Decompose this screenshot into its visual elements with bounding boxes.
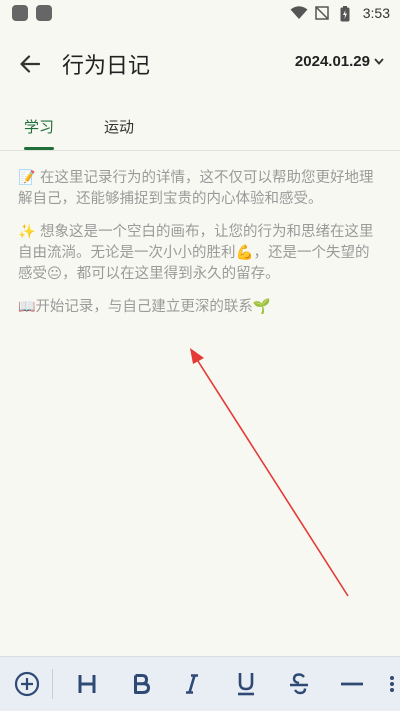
bold-button[interactable]: [128, 667, 154, 701]
signal-off-icon: [315, 6, 329, 20]
notification-icon: [36, 5, 52, 21]
diary-editor[interactable]: 📝 在这里记录行为的详情，这不仅可以帮助您更好地理解自己，还能够捕捉到宝贵的内心…: [18, 168, 380, 330]
placeholder-paragraph: ✨ 想象这是一个空白的画布，让您的行为和思绪在这里自由流淌。无论是一次小小的胜利…: [18, 222, 380, 285]
open-book-icon: 📖: [18, 299, 36, 315]
date-label: 2024.01.29: [294, 53, 370, 70]
chevron-down-icon: [374, 58, 384, 65]
heading-button[interactable]: [74, 667, 100, 701]
notification-icon: [12, 5, 28, 21]
italic-button[interactable]: [181, 667, 203, 701]
add-circle-icon: [14, 671, 40, 697]
toolbar-divider: [52, 669, 53, 699]
sparkles-icon: ✨: [18, 224, 36, 240]
placeholder-text: 想象这是一个空白的画布，让您的行为和思绪在这里自由流淌。无论是一次小小的胜利💪，…: [18, 224, 374, 282]
placeholder-paragraph: 📝 在这里记录行为的详情，这不仅可以帮助您更好地理解自己，还能够捕捉到宝贵的内心…: [18, 168, 380, 210]
placeholder-text: 在这里记录行为的详情，这不仅可以帮助您更好地理解自己，还能够捕捉到宝贵的内心体验…: [18, 170, 374, 207]
italic-icon: [186, 674, 198, 694]
tab-exercise[interactable]: 运动: [104, 116, 134, 137]
bold-icon: [133, 674, 150, 694]
battery-icon: [340, 6, 350, 22]
status-bar: 3:53: [0, 0, 400, 28]
back-arrow-icon: [20, 55, 40, 73]
tab-study[interactable]: 学习: [24, 116, 54, 137]
memo-icon: 📝: [18, 170, 36, 186]
back-button[interactable]: [14, 48, 46, 80]
app-header: 行为日记 2024.01.29: [0, 40, 400, 86]
date-selector[interactable]: 2024.01.29: [295, 53, 384, 70]
list-button[interactable]: [388, 667, 400, 701]
wifi-icon: [290, 6, 308, 19]
divider-line-button[interactable]: [339, 667, 365, 701]
heading-icon: [78, 675, 96, 693]
page-title: 行为日记: [62, 54, 151, 79]
strikethrough-icon: [290, 673, 308, 695]
status-time: 3:53: [362, 5, 390, 21]
horizontal-rule-icon: [341, 682, 363, 686]
list-icon: [390, 676, 394, 692]
format-toolbar: [0, 656, 400, 711]
underline-icon: [238, 673, 254, 696]
underline-button[interactable]: [233, 667, 259, 701]
active-tab-indicator: [24, 147, 54, 150]
strikethrough-button[interactable]: [286, 667, 312, 701]
category-tabs: 学习 运动: [0, 104, 400, 151]
add-button[interactable]: [12, 667, 42, 701]
placeholder-text: 开始记录，与自己建立更深的联系🌱: [35, 299, 271, 315]
placeholder-paragraph: 📖开始记录，与自己建立更深的联系🌱: [18, 297, 380, 318]
